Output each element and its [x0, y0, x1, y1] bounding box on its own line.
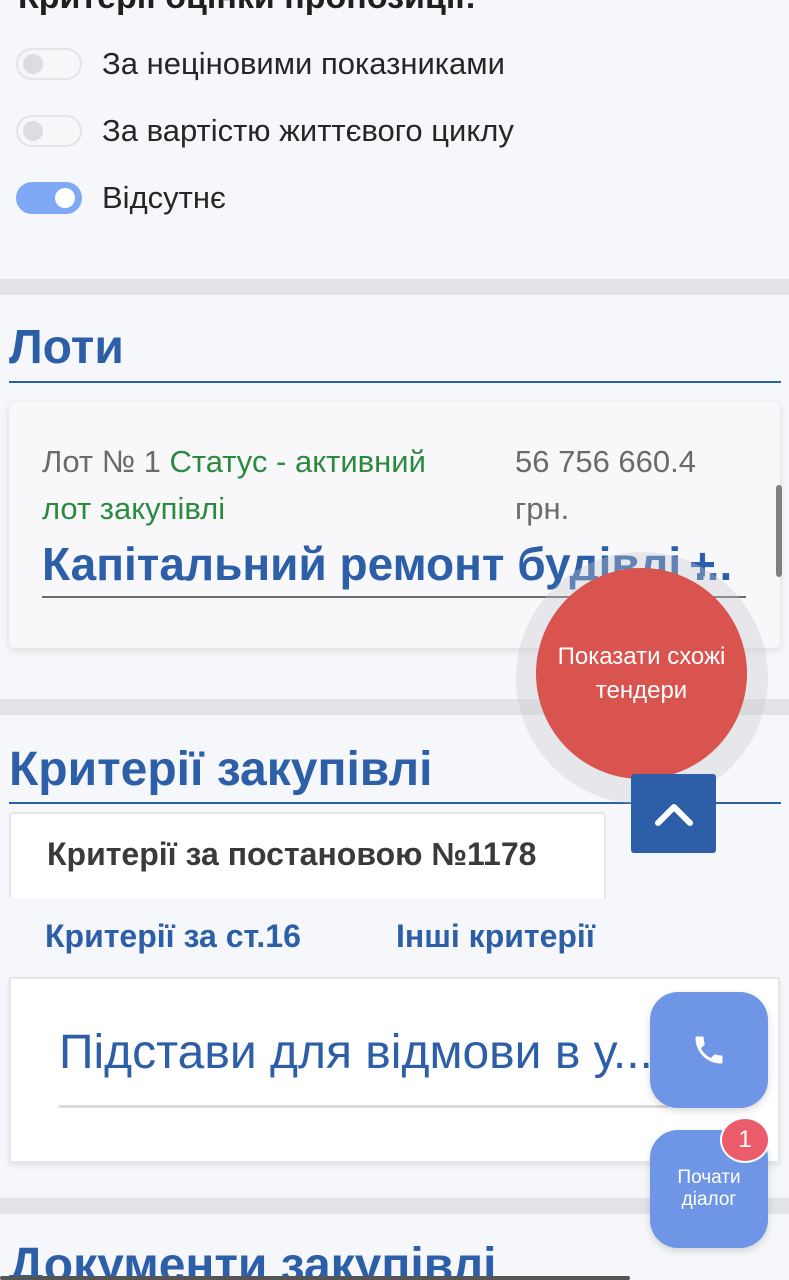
toggle-knob	[23, 121, 43, 141]
toggle-label: За неціновими показниками	[102, 46, 505, 81]
toggle-switch[interactable]	[16, 182, 82, 214]
toggle-row-non-price[interactable]: За неціновими показниками	[16, 44, 505, 84]
toggle-switch[interactable]	[16, 115, 82, 147]
lot-info: Лот № 1 Статус - активний лот закупівлі	[42, 438, 482, 532]
criteria-title: Критерії закупівлі	[9, 743, 433, 796]
criteria-item-link[interactable]: Підстави для відмови в у...	[59, 1025, 659, 1080]
call-button[interactable]	[650, 992, 768, 1108]
similar-tenders-button[interactable]: Показати схожі тендери	[536, 568, 747, 779]
toggle-row-absent[interactable]: Відсутнє	[16, 178, 226, 218]
lots-title: Лоти	[9, 321, 124, 374]
evaluation-heading: Критерії оцінки пропозиції:	[18, 0, 476, 17]
lot-price-amount: 56 756 660.4	[515, 444, 697, 479]
toggle-row-life-cycle[interactable]: За вартістю життєвого циклу	[16, 111, 514, 151]
chevron-up-icon	[654, 803, 693, 826]
tab-article-16[interactable]: Критерії за ст.16	[45, 918, 301, 955]
toggle-label: Відсутнє	[102, 180, 226, 215]
bottom-scroll-indicator	[0, 1276, 630, 1280]
start-chat-label: Почати діалог	[677, 1167, 741, 1210]
toggle-label: За вартістю життєвого циклу	[102, 113, 514, 148]
tab-label: Критерії за постановою №1178	[47, 836, 537, 872]
toggle-switch[interactable]	[16, 48, 82, 80]
phone-icon	[695, 1036, 723, 1064]
lot-price-currency: грн.	[515, 491, 570, 526]
tab-resolution-1178[interactable]: Критерії за постановою №1178	[9, 812, 606, 898]
section-divider	[0, 279, 789, 295]
chat-notification-badge: 1	[720, 1117, 770, 1163]
similar-tenders-label: Показати схожі тендери	[557, 642, 726, 704]
lot-number: Лот № 1	[42, 444, 161, 479]
toggle-knob	[55, 188, 75, 208]
lot-price: 56 756 660.4 грн.	[515, 438, 715, 532]
documents-title: Документи закупівлі	[9, 1239, 497, 1280]
scrollbar-thumb[interactable]	[776, 485, 782, 577]
page: Критерії оцінки пропозиції: За неціновим…	[0, 0, 789, 1280]
lots-title-rule	[9, 381, 781, 383]
toggle-knob	[23, 54, 43, 74]
tab-other-criteria[interactable]: Інші критерії	[396, 918, 595, 955]
criteria-item-rule	[59, 1105, 669, 1108]
scroll-up-button[interactable]	[631, 774, 716, 853]
